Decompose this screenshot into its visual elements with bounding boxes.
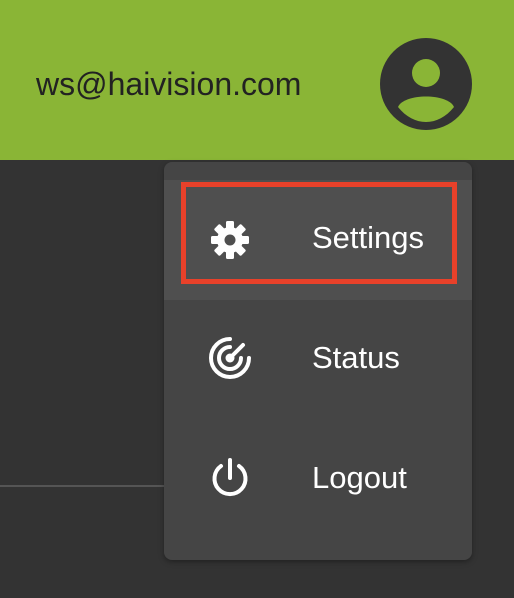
power-icon <box>208 456 252 500</box>
top-header-bar: ws@haivision.com <box>0 0 514 160</box>
user-dropdown-menu: Settings Status Logout <box>164 162 472 560</box>
menu-item-settings[interactable]: Settings <box>164 180 472 300</box>
menu-item-status[interactable]: Status <box>164 298 472 418</box>
menu-item-logout[interactable]: Logout <box>164 418 472 538</box>
user-email-label: ws@haivision.com <box>36 66 302 102</box>
account-circle-icon[interactable] <box>380 38 472 130</box>
content-divider <box>0 485 168 487</box>
menu-item-label: Settings <box>312 220 425 255</box>
menu-item-label: Status <box>312 340 400 375</box>
radar-icon <box>208 336 252 380</box>
gear-icon <box>208 218 252 262</box>
menu-item-label: Logout <box>312 460 407 495</box>
